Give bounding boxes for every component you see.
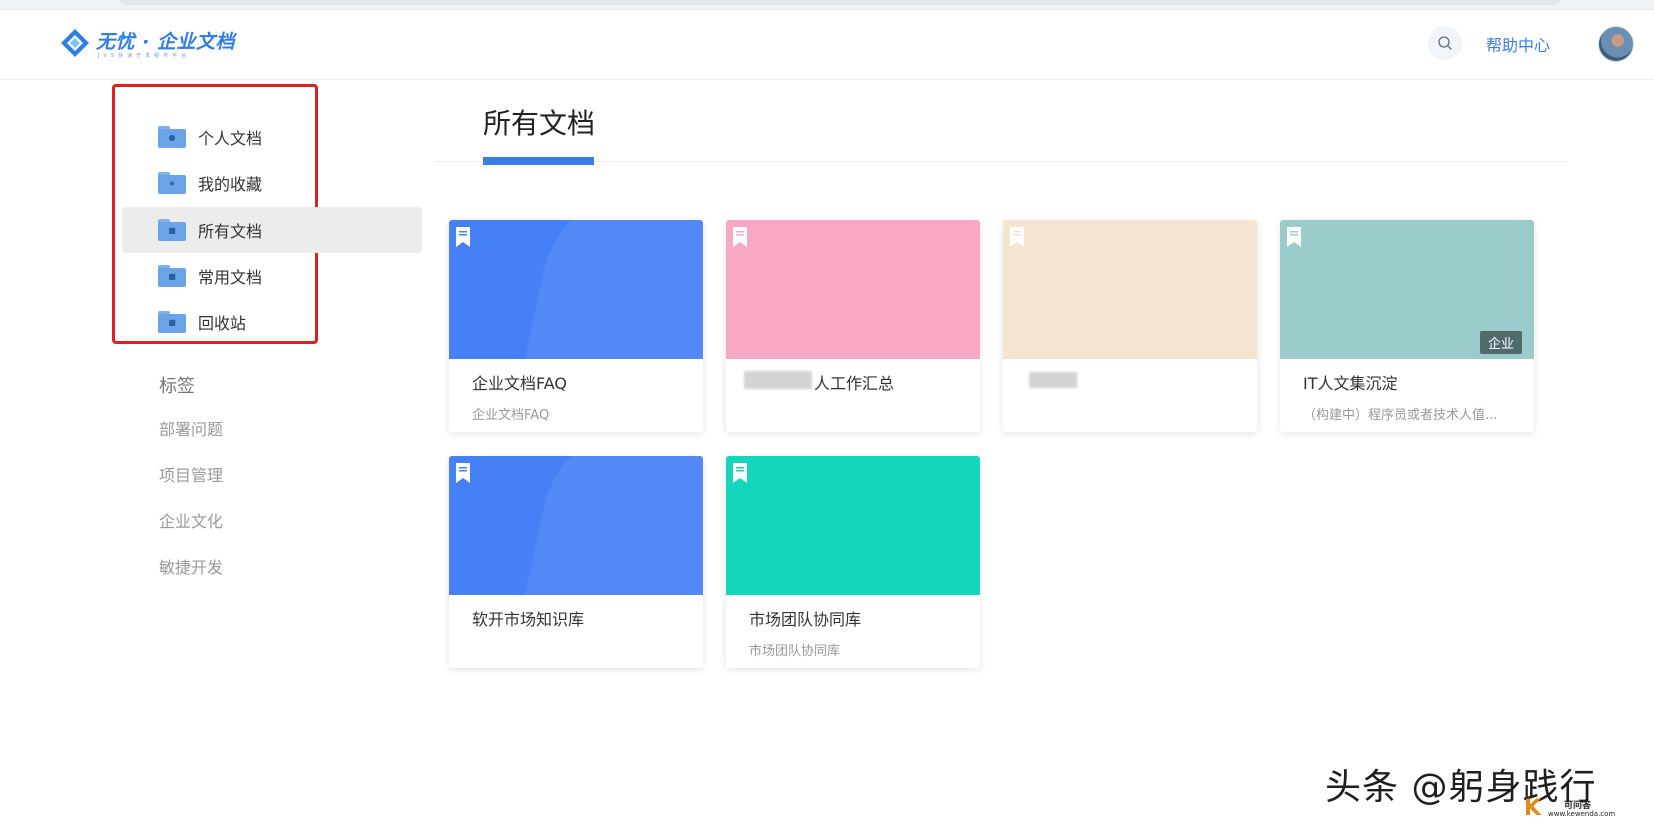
top-header: 无忧 · 企业文档 JVS快速开发服务平台 帮助中心 [0, 10, 1654, 80]
page-title: 所有文档 [483, 107, 596, 140]
card-title: 人工作汇总 [814, 374, 895, 393]
card-description: 市场团队协同库 [749, 644, 841, 659]
redacted-text [744, 371, 812, 389]
help-center-link[interactable]: 帮助中心 [1486, 32, 1550, 56]
sidebar-item-label: 所有文档 [198, 222, 263, 241]
tag-item[interactable]: 部署问题 [159, 416, 223, 440]
logo-subtext: JVS快速开发服务平台 [98, 53, 191, 59]
title-underline [483, 157, 594, 165]
sidebar-item-favorites[interactable]: ★ 我的收藏 [122, 160, 422, 206]
doc-library-card[interactable]: 企业文档FAQ 企业文档FAQ [449, 220, 703, 432]
star-folder-icon: ★ [158, 172, 186, 194]
bookmark-icon [456, 227, 470, 247]
enterprise-badge: 企业 [1479, 331, 1522, 354]
logo-text: 无忧 · 企业文档 [96, 31, 235, 53]
card-description: 企业文档FAQ [472, 408, 550, 423]
sidebar-item-label: 个人文档 [198, 129, 263, 148]
title-divider [434, 161, 1568, 162]
doc-library-card[interactable]: 市场团队协同库 市场团队协同库 [726, 456, 980, 668]
sidebar-item-common-docs[interactable]: ■ 常用文档 [122, 253, 422, 299]
sidebar-item-label: 常用文档 [198, 268, 263, 287]
sidebar-item-label: 我的收藏 [198, 175, 263, 194]
browser-bar [0, 0, 1654, 10]
watermark-logo: K 可问答 www.kewenda.com [1524, 796, 1634, 821]
bookmark-icon [1287, 227, 1301, 247]
card-description: （构建中）程序员或者技术人值... [1303, 408, 1498, 423]
sidebar-item-recycle-bin[interactable]: ■ 回收站 [122, 299, 422, 345]
card-cover [449, 456, 703, 595]
logo-diamond-icon [61, 29, 89, 57]
doc-folder-icon: ■ [158, 265, 186, 287]
user-avatar[interactable] [1598, 26, 1634, 62]
person-folder-icon: ● [158, 126, 186, 148]
bookmark-icon [1010, 227, 1024, 247]
app-page: 无忧 · 企业文档 JVS快速开发服务平台 帮助中心 ● 个人文档 ★ 我的收藏… [0, 0, 1654, 832]
tag-item[interactable]: 企业文化 [159, 508, 223, 532]
doc-library-card[interactable]: 人工作汇总 [726, 220, 980, 432]
doc-folder-icon: ■ [158, 219, 186, 241]
doc-library-card[interactable]: 企业 IT人文集沉淀 （构建中）程序员或者技术人值... [1280, 220, 1534, 432]
sidebar-item-all-docs[interactable]: ■ 所有文档 [122, 207, 422, 253]
sidebar-item-personal-docs[interactable]: ● 个人文档 [122, 114, 422, 160]
trash-folder-icon: ■ [158, 311, 186, 333]
tag-item[interactable]: 项目管理 [159, 462, 223, 486]
card-cover [449, 220, 703, 359]
card-title: 软开市场知识库 [472, 610, 585, 629]
browser-address-strip [120, 0, 1560, 5]
tags-heading: 标签 [159, 376, 195, 397]
search-icon [1438, 36, 1452, 50]
bookmark-icon [733, 463, 747, 483]
bookmark-icon [733, 227, 747, 247]
card-cover [726, 220, 980, 359]
watermark-logo-url: www.kewenda.com [1548, 810, 1616, 818]
search-button[interactable] [1428, 26, 1462, 60]
watermark-logo-k: K [1524, 796, 1542, 821]
card-cover [726, 456, 980, 595]
card-title: IT人文集沉淀 [1303, 374, 1398, 393]
card-cover: 企业 [1280, 220, 1534, 359]
app-logo[interactable]: 无忧 · 企业文档 JVS快速开发服务平台 [60, 24, 234, 64]
card-cover [1003, 220, 1257, 359]
doc-library-card[interactable] [1003, 220, 1257, 432]
bookmark-icon [456, 463, 470, 483]
card-title: 企业文档FAQ [472, 374, 567, 393]
doc-library-card[interactable]: 软开市场知识库 [449, 456, 703, 668]
redacted-text [1029, 372, 1077, 388]
sidebar-item-label: 回收站 [198, 314, 247, 333]
tag-item[interactable]: 敏捷开发 [159, 554, 223, 578]
card-title: 市场团队协同库 [749, 610, 862, 629]
